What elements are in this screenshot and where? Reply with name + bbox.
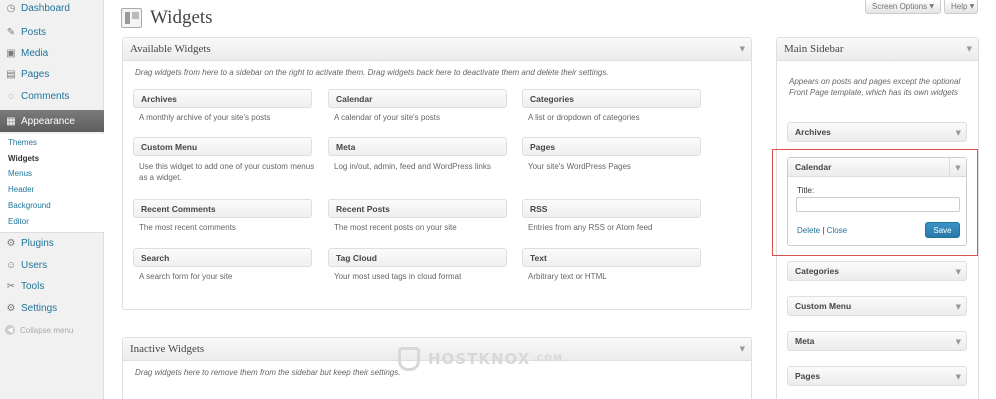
appearance-icon: ▦	[6, 115, 16, 127]
widget-description: Log in/out, admin, feed and WordPress li…	[334, 162, 491, 171]
widget-recent-comments[interactable]: Recent Comments	[133, 199, 312, 218]
widget-description: Arbitrary text or HTML	[528, 272, 607, 281]
menu-plugins[interactable]: ⚙ Plugins	[0, 233, 104, 253]
submenu-editor[interactable]: Editor	[8, 217, 29, 226]
sidebar-widget-pages[interactable]: Pages ▼	[787, 366, 967, 386]
menu-settings[interactable]: ⚙ Settings	[0, 298, 104, 318]
chevron-down-icon[interactable]: ▼	[956, 373, 961, 381]
widget-pages[interactable]: Pages	[522, 137, 701, 156]
widget-recent-posts[interactable]: Recent Posts	[328, 199, 507, 218]
widget-description: A search form for your site	[139, 272, 233, 281]
widgets-page-icon	[121, 8, 142, 28]
toggle-arrow-icon[interactable]: ▼	[740, 345, 745, 353]
widget-calendar[interactable]: Calendar	[328, 89, 507, 108]
main-sidebar-description: Appears on posts and pages except the op…	[789, 77, 961, 97]
pin-icon: ✎	[6, 26, 16, 38]
widget-description: Use this widget to add one of your custo…	[139, 162, 315, 182]
toggle-arrow-icon[interactable]: ▼	[740, 45, 745, 53]
link-separator: |	[822, 226, 825, 235]
submenu-background[interactable]: Background	[8, 201, 51, 210]
main-sidebar-header[interactable]: Main Sidebar ▼	[777, 38, 978, 61]
title-label: Title:	[797, 186, 815, 195]
chevron-down-icon: ▼	[929, 3, 934, 10]
plugin-icon: ⚙	[6, 237, 16, 249]
admin-sidebar: ◷ Dashboard ✎ Posts ▣ Media ▤ Pages ◌ Comment…	[0, 0, 104, 399]
widget-custom-menu[interactable]: Custom Menu	[133, 137, 312, 156]
widget-tag-cloud[interactable]: Tag Cloud	[328, 248, 507, 267]
menu-dashboard[interactable]: ◷ Dashboard	[0, 0, 104, 18]
widget-search[interactable]: Search	[133, 248, 312, 267]
widget-description: A monthly archive of your site's posts	[139, 113, 271, 122]
chevron-down-icon[interactable]: ▼	[956, 129, 961, 137]
collapse-menu[interactable]: ◀ Collapse menu	[5, 325, 73, 335]
widget-description: A calendar of your site's posts	[334, 113, 441, 122]
chevron-down-icon[interactable]: ▼	[956, 338, 961, 346]
widget-control-links: Delete | Close	[797, 226, 847, 235]
tools-icon: ✂	[6, 280, 16, 292]
chevron-down-icon[interactable]: ▼	[956, 303, 961, 311]
users-icon: ☺	[5, 259, 17, 271]
menu-appearance[interactable]: ▦ Appearance	[0, 110, 104, 132]
available-widgets-description: Drag widgets from here to a sidebar on t…	[135, 68, 609, 77]
watermark-logo-icon	[398, 347, 420, 371]
dashboard-icon: ◷	[6, 2, 16, 14]
title-input[interactable]	[796, 197, 960, 212]
appearance-submenu: Themes Widgets Menus Header Background E…	[0, 134, 104, 233]
available-widgets-header[interactable]: Available Widgets ▼	[123, 38, 751, 61]
chevron-down-icon[interactable]: ▼	[956, 268, 961, 276]
sidebar-widget-calendar-expanded: Calendar ▼ Title: Delete | Close Save	[787, 157, 967, 246]
widget-description: The most recent comments	[139, 223, 236, 232]
menu-tools[interactable]: ✂ Tools	[0, 276, 104, 296]
menu-users[interactable]: ☺ Users	[0, 255, 104, 275]
submenu-header[interactable]: Header	[8, 185, 34, 194]
screen-options-button[interactable]: Screen Options ▼	[865, 0, 941, 14]
comment-icon: ◌	[8, 90, 14, 102]
toggle-arrow-icon[interactable]: ▼	[967, 45, 972, 53]
widget-description: Your most used tags in cloud format	[334, 272, 462, 281]
page-title: Widgets	[150, 7, 213, 28]
widget-meta[interactable]: Meta	[328, 137, 507, 156]
sidebar-widget-custom-menu[interactable]: Custom Menu ▼	[787, 296, 967, 316]
widget-description: The most recent posts on your site	[334, 223, 457, 232]
submenu-themes[interactable]: Themes	[8, 138, 37, 147]
widget-text[interactable]: Text	[522, 248, 701, 267]
delete-link[interactable]: Delete	[797, 226, 820, 235]
close-link[interactable]: Close	[827, 226, 847, 235]
calendar-widget-header[interactable]: Calendar ▼	[788, 158, 966, 177]
widget-categories[interactable]: Categories	[522, 89, 701, 108]
save-button[interactable]: Save	[925, 222, 960, 238]
widget-archives[interactable]: Archives	[133, 89, 312, 108]
menu-media[interactable]: ▣ Media	[0, 43, 104, 63]
menu-comments[interactable]: ◌ Comments	[0, 86, 104, 106]
sidebar-widget-archives[interactable]: Archives ▼	[787, 122, 967, 142]
submenu-widgets[interactable]: Widgets	[8, 154, 39, 163]
watermark: HOSTKNOX .COM	[398, 347, 563, 371]
settings-icon: ⚙	[6, 302, 16, 314]
widget-rss[interactable]: RSS	[522, 199, 701, 218]
media-icon: ▣	[6, 47, 16, 59]
inactive-widgets-description: Drag widgets here to remove them from th…	[135, 368, 401, 377]
page-icon: ▤	[6, 68, 16, 80]
sidebar-widget-meta[interactable]: Meta ▼	[787, 331, 967, 351]
submenu-menus[interactable]: Menus	[8, 169, 32, 178]
sidebar-widget-categories[interactable]: Categories ▼	[787, 261, 967, 281]
help-button[interactable]: Help ▼	[944, 0, 978, 14]
widget-description: A list or dropdown of categories	[528, 113, 640, 122]
collapse-arrow-icon: ◀	[5, 325, 15, 335]
widget-description: Your site's WordPress Pages	[528, 162, 631, 171]
menu-pages[interactable]: ▤ Pages	[0, 64, 104, 84]
widget-description: Entries from any RSS or Atom feed	[528, 223, 653, 232]
menu-posts[interactable]: ✎ Posts	[0, 22, 104, 42]
chevron-down-icon[interactable]: ▼	[949, 158, 966, 177]
chevron-down-icon: ▼	[969, 3, 975, 10]
